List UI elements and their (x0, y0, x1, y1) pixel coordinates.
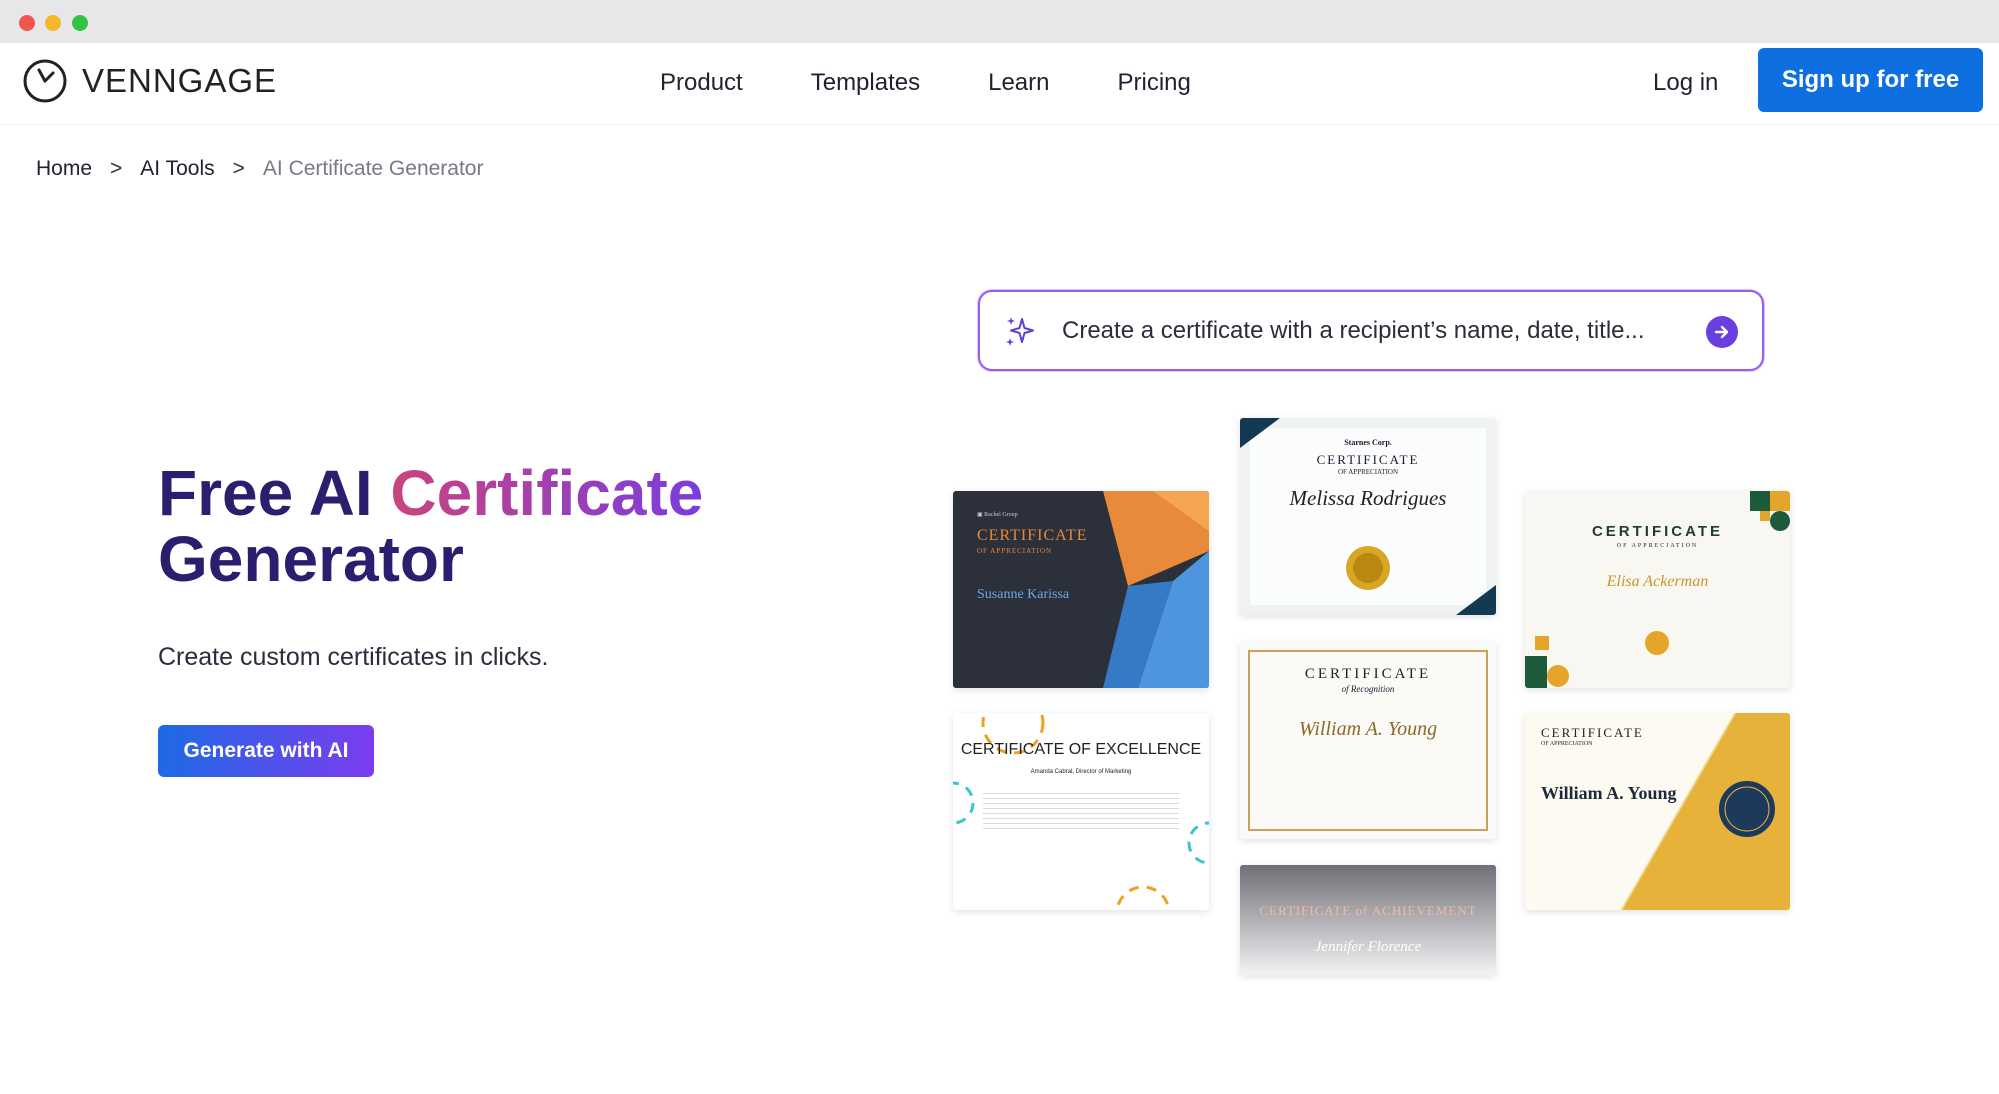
card-title: CERTIFICATE (977, 527, 1088, 544)
card-subtitle: OF APPRECIATION (1541, 741, 1593, 747)
card-recipient: Elisa Ackerman (1606, 573, 1709, 590)
sparkle-icon (1006, 317, 1034, 346)
template-card-jennifer[interactable]: CERTIFICATE of ACHIEVEMENT Jennifer Flor… (1240, 865, 1496, 975)
card-title: CERTIFICATE of ACHIEVEMENT (1259, 903, 1477, 918)
card-title: CERTIFICATE (1541, 725, 1644, 740)
breadcrumb-home[interactable]: Home (36, 157, 92, 181)
card-recipient: Amanda Cabral, Director of Marketing (1030, 769, 1132, 775)
template-card-william-recognition[interactable]: CERTIFICATE of Recognition William A. Yo… (1240, 642, 1496, 839)
brand-logo[interactable]: VENNGAGE (22, 58, 277, 104)
breadcrumb-current: AI Certificate Generator (262, 157, 484, 180)
template-card-elisa[interactable]: CERTIFICATE OF APPRECIATION Elisa Ackerm… (1525, 491, 1790, 688)
card-title: CERTIFICATE OF EXCELLENCE (960, 741, 1202, 758)
minimize-window-button[interactable] (45, 15, 61, 31)
card-recipient: William A. Young (1298, 718, 1438, 740)
arrow-right-icon (1714, 325, 1729, 339)
site-header: VENNGAGE Product Templates Learn Pricing… (0, 43, 1999, 124)
signup-button[interactable]: Sign up for free (1758, 48, 1983, 112)
title-part-3: Generator (158, 523, 464, 595)
login-link[interactable]: Log in (1653, 65, 1718, 101)
breadcrumb-ai-tools[interactable]: AI Tools (140, 157, 214, 181)
card-subtitle: OF APPRECIATION (1337, 468, 1399, 476)
nav-product[interactable]: Product (660, 65, 743, 101)
template-card-susanne[interactable]: ▣ Rachel Group CERTIFICATE OF APPRECIATI… (953, 491, 1209, 688)
card-recipient: Susanne Karissa (977, 587, 1070, 602)
clock-circle-icon (23, 59, 67, 103)
template-card-william-appreciation[interactable]: CERTIFICATE OF APPRECIATION William A. Y… (1525, 713, 1790, 910)
card-body-text (983, 789, 1179, 829)
breadcrumb-separator: > (110, 157, 123, 180)
card-subtitle: OF APPRECIATION (977, 547, 1053, 555)
card-subtitle: of Recognition (1341, 684, 1395, 694)
main-nav: Product Templates Learn Pricing (660, 65, 1259, 101)
card-title: CERTIFICATE (1316, 452, 1420, 467)
brand-name: VENNGAGE (82, 62, 278, 99)
breadcrumb: Home > AI Tools > AI Certificate Generat… (36, 157, 483, 181)
title-part-1: Free AI (158, 457, 391, 529)
nav-pricing[interactable]: Pricing (1118, 65, 1191, 101)
window-titlebar (0, 0, 1999, 43)
card-recipient: Melissa Rodrigues (1289, 486, 1447, 510)
card-subtitle: OF APPRECIATION (1616, 543, 1699, 549)
close-window-button[interactable] (19, 15, 35, 31)
hero-subtitle: Create custom certificates in clicks. (158, 643, 549, 671)
title-part-2: Certificate (390, 457, 704, 529)
page-title: Free AI Certificate Generator (158, 460, 703, 592)
card-title: CERTIFICATE (1591, 523, 1724, 540)
template-card-excellence[interactable]: CERTIFICATE OF EXCELLENCE Amanda Cabral,… (953, 713, 1209, 910)
prompt-input[interactable] (1060, 310, 1670, 352)
maximize-window-button[interactable] (72, 15, 88, 31)
card-recipient: William A. Young (1541, 783, 1677, 803)
ai-prompt-bar[interactable] (978, 290, 1764, 371)
card-recipient: Jennifer Florence (1314, 939, 1422, 955)
nav-templates[interactable]: Templates (811, 65, 920, 101)
nav-learn[interactable]: Learn (988, 65, 1049, 101)
breadcrumb-separator: > (232, 157, 245, 180)
submit-prompt-button[interactable] (1706, 316, 1738, 348)
card-org: Starnes Corp. (1344, 438, 1392, 447)
card-org: ▣ Rachel Group (977, 512, 1018, 518)
card-corners (1240, 418, 1496, 615)
card-title: CERTIFICATE (1304, 666, 1432, 682)
template-card-melissa[interactable]: Starnes Corp. CERTIFICATE OF APPRECIATIO… (1240, 418, 1496, 615)
generate-with-ai-button[interactable]: Generate with AI (158, 725, 374, 777)
